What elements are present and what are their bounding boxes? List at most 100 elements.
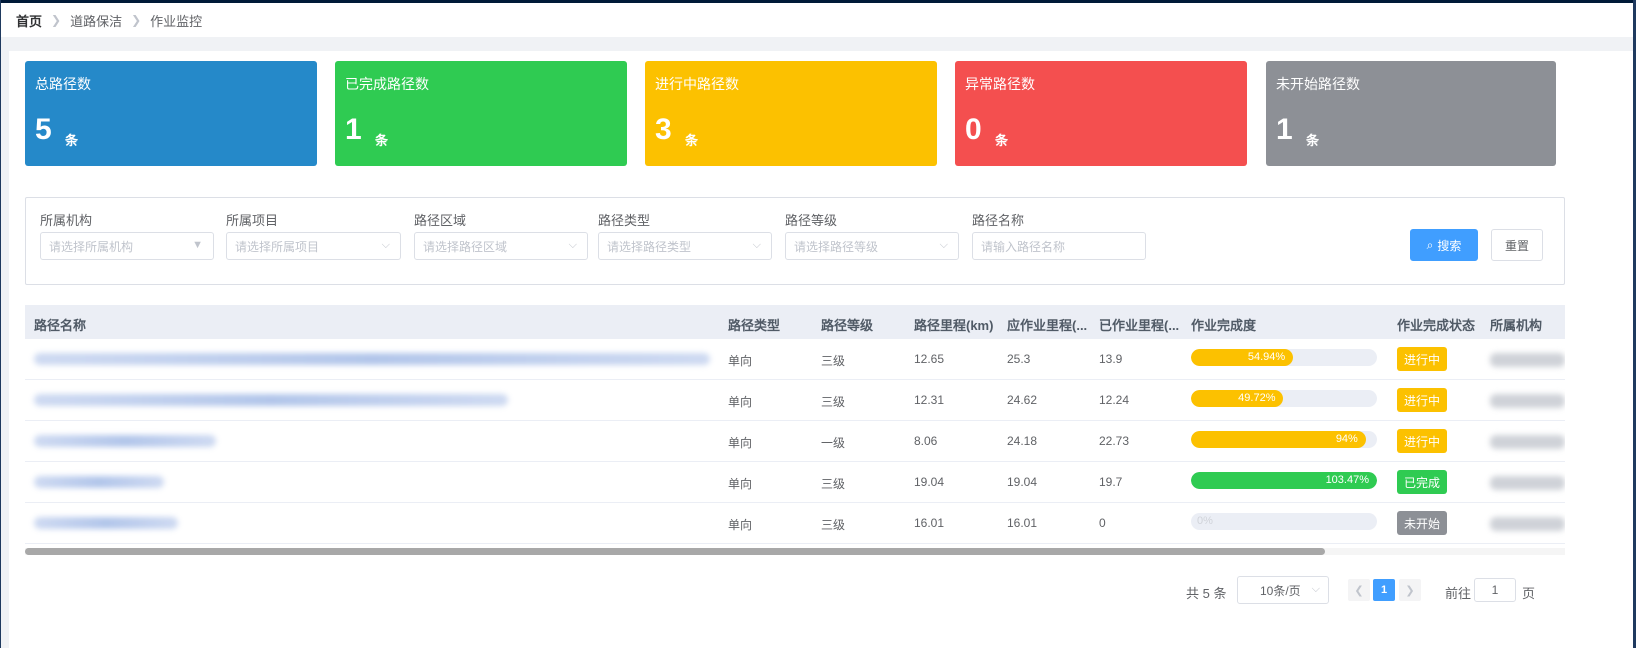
org-redacted: [1490, 476, 1565, 490]
col-status: 作业完成状态: [1397, 318, 1476, 333]
reset-button-label: 重置: [1504, 238, 1529, 253]
col-route-level: 路径等级: [821, 318, 874, 333]
progress-bar: 103.47%: [1191, 472, 1377, 489]
chevron-right-icon: ❯: [131, 13, 142, 27]
table-row[interactable]: 单向 三级 12.65 25.3 13.9 54.94% 进行中: [25, 339, 1565, 380]
cell-level: 三级: [821, 518, 846, 532]
page-size-select[interactable]: 10条/页 ⌵: [1237, 576, 1329, 604]
org-redacted: [1490, 435, 1565, 449]
breadcrumb-current: 作业监控: [150, 13, 203, 29]
prev-page-button[interactable]: ❮: [1348, 579, 1370, 601]
stat-title: 进行中路径数: [655, 76, 739, 92]
col-done-mileage: 已作业里程(...: [1099, 318, 1180, 333]
stat-card-completed: 已完成路径数 1 条: [335, 61, 627, 166]
cell-level: 三级: [821, 395, 846, 409]
breadcrumb: 首页 ❯ 道路保洁 ❯ 作业监控: [16, 11, 202, 30]
cell-planned: 19.04: [1007, 475, 1038, 489]
table-header: 路径名称 路径类型 路径等级 路径里程(km) 应作业里程(... 已作业里程(…: [25, 305, 1565, 339]
chevron-down-icon: ⌵: [1311, 583, 1320, 595]
breadcrumb-home[interactable]: 首页: [16, 11, 42, 30]
stat-title: 已完成路径数: [345, 76, 429, 92]
stat-unit: 条: [375, 133, 389, 148]
route-table: 路径名称 路径类型 路径等级 路径里程(km) 应作业里程(... 已作业里程(…: [25, 305, 1565, 555]
cell-planned: 24.62: [1007, 393, 1038, 407]
stat-value: 3: [655, 113, 672, 146]
route-name-redacted: [34, 517, 178, 529]
org-select[interactable]: 请选择所属机构 ▼: [40, 232, 214, 260]
status-badge: 进行中: [1397, 347, 1448, 371]
level-placeholder: 请选择路径等级: [794, 239, 879, 254]
stat-unit: 条: [65, 133, 79, 148]
table-row[interactable]: 单向 三级 12.31 24.62 12.24 49.72% 进行中: [25, 380, 1565, 421]
col-planned-mileage: 应作业里程(...: [1007, 318, 1088, 333]
type-label: 路径类型: [598, 213, 651, 228]
status-badge: 未开始: [1397, 511, 1448, 535]
progress-text: 94%: [1335, 433, 1358, 445]
type-select[interactable]: 请选择路径类型 ⌵: [598, 232, 772, 260]
progress-bar: 54.94%: [1191, 349, 1377, 366]
route-name-redacted: [34, 394, 508, 406]
stat-card-in-progress: 进行中路径数 3 条: [645, 61, 937, 166]
project-label: 所属项目: [226, 213, 279, 228]
breadcrumb-bar: 首页 ❯ 道路保洁 ❯ 作业监控: [1, 3, 1633, 37]
cell-done: 13.9: [1099, 352, 1123, 366]
scrollbar-thumb[interactable]: [25, 548, 1325, 555]
stat-unit: 条: [1306, 133, 1320, 148]
cell-type: 单向: [728, 477, 753, 491]
cell-mileage: 12.65: [914, 352, 945, 366]
stat-title: 未开始路径数: [1276, 76, 1360, 92]
table-row[interactable]: 单向 一级 8.06 24.18 22.73 94% 进行中: [25, 421, 1565, 462]
cell-done: 19.7: [1099, 475, 1123, 489]
stat-unit: 条: [995, 133, 1009, 148]
col-route-name: 路径名称: [34, 318, 87, 333]
cell-level: 一级: [821, 436, 846, 450]
page-suffix: 页: [1522, 586, 1536, 601]
chevron-left-icon: ❮: [1354, 584, 1364, 597]
progress-bar: 49.72%: [1191, 390, 1377, 407]
cell-type: 单向: [728, 518, 753, 532]
chevron-down-icon: ⌵: [381, 239, 390, 251]
breadcrumb-road-cleaning[interactable]: 道路保洁: [70, 11, 122, 30]
status-badge: 已完成: [1397, 470, 1448, 494]
main-area: 总路径数 5 条 已完成路径数 1 条 进行中路径数 3 条 异常路径数 0 条…: [1, 37, 1633, 648]
stat-card-abnormal: 异常路径数 0 条: [955, 61, 1247, 166]
stat-value: 0: [965, 113, 982, 146]
table-row[interactable]: 单向 三级 16.01 16.01 0 0% 未开始: [25, 503, 1565, 544]
col-mileage: 路径里程(km): [914, 318, 994, 333]
search-button-label: 搜索: [1437, 238, 1462, 253]
name-placeholder: 请输入路径名称: [981, 239, 1066, 254]
area-select[interactable]: 请选择路径区域 ⌵: [414, 232, 588, 260]
status-badge: 进行中: [1397, 429, 1448, 453]
org-label: 所属机构: [40, 213, 93, 228]
cell-mileage: 8.06: [914, 434, 938, 448]
search-button[interactable]: ⌕ 搜索: [1410, 229, 1478, 261]
project-select[interactable]: 请选择所属项目 ⌵: [226, 232, 401, 260]
chevron-down-icon: ⌵: [568, 239, 577, 251]
route-name-redacted: [34, 476, 164, 488]
cell-level: 三级: [821, 477, 846, 491]
page-number-1[interactable]: 1: [1373, 579, 1395, 601]
name-label: 路径名称: [972, 213, 1025, 228]
goto-page-input[interactable]: 1: [1474, 578, 1516, 602]
route-name-redacted: [34, 435, 216, 447]
col-org: 所属机构: [1490, 318, 1543, 333]
stat-title: 异常路径数: [965, 76, 1035, 92]
reset-button[interactable]: 重置: [1491, 229, 1543, 261]
table-row[interactable]: 单向 三级 19.04 19.04 19.7 103.47% 已完成: [25, 462, 1565, 503]
area-label: 路径区域: [414, 213, 467, 228]
status-badge: 进行中: [1397, 388, 1448, 412]
cell-mileage: 12.31: [914, 393, 945, 407]
goto-label: 前往: [1445, 586, 1472, 601]
page-size-value: 10条/页: [1260, 583, 1301, 598]
level-select[interactable]: 请选择路径等级 ⌵: [785, 232, 959, 260]
filter-form: 所属机构 请选择所属机构 ▼ 所属项目 请选择所属项目 ⌵ 路径区域 请选择路径…: [25, 197, 1565, 285]
stat-value: 5: [35, 113, 52, 146]
name-input[interactable]: 请输入路径名称: [972, 232, 1146, 260]
cell-done: 0: [1099, 516, 1106, 530]
table-horizontal-scrollbar[interactable]: [25, 548, 1565, 555]
cell-planned: 24.18: [1007, 434, 1038, 448]
progress-bar: 0%: [1191, 513, 1377, 530]
search-icon: ⌕: [1426, 237, 1434, 252]
next-page-button[interactable]: ❯: [1399, 579, 1421, 601]
org-redacted: [1490, 394, 1565, 408]
